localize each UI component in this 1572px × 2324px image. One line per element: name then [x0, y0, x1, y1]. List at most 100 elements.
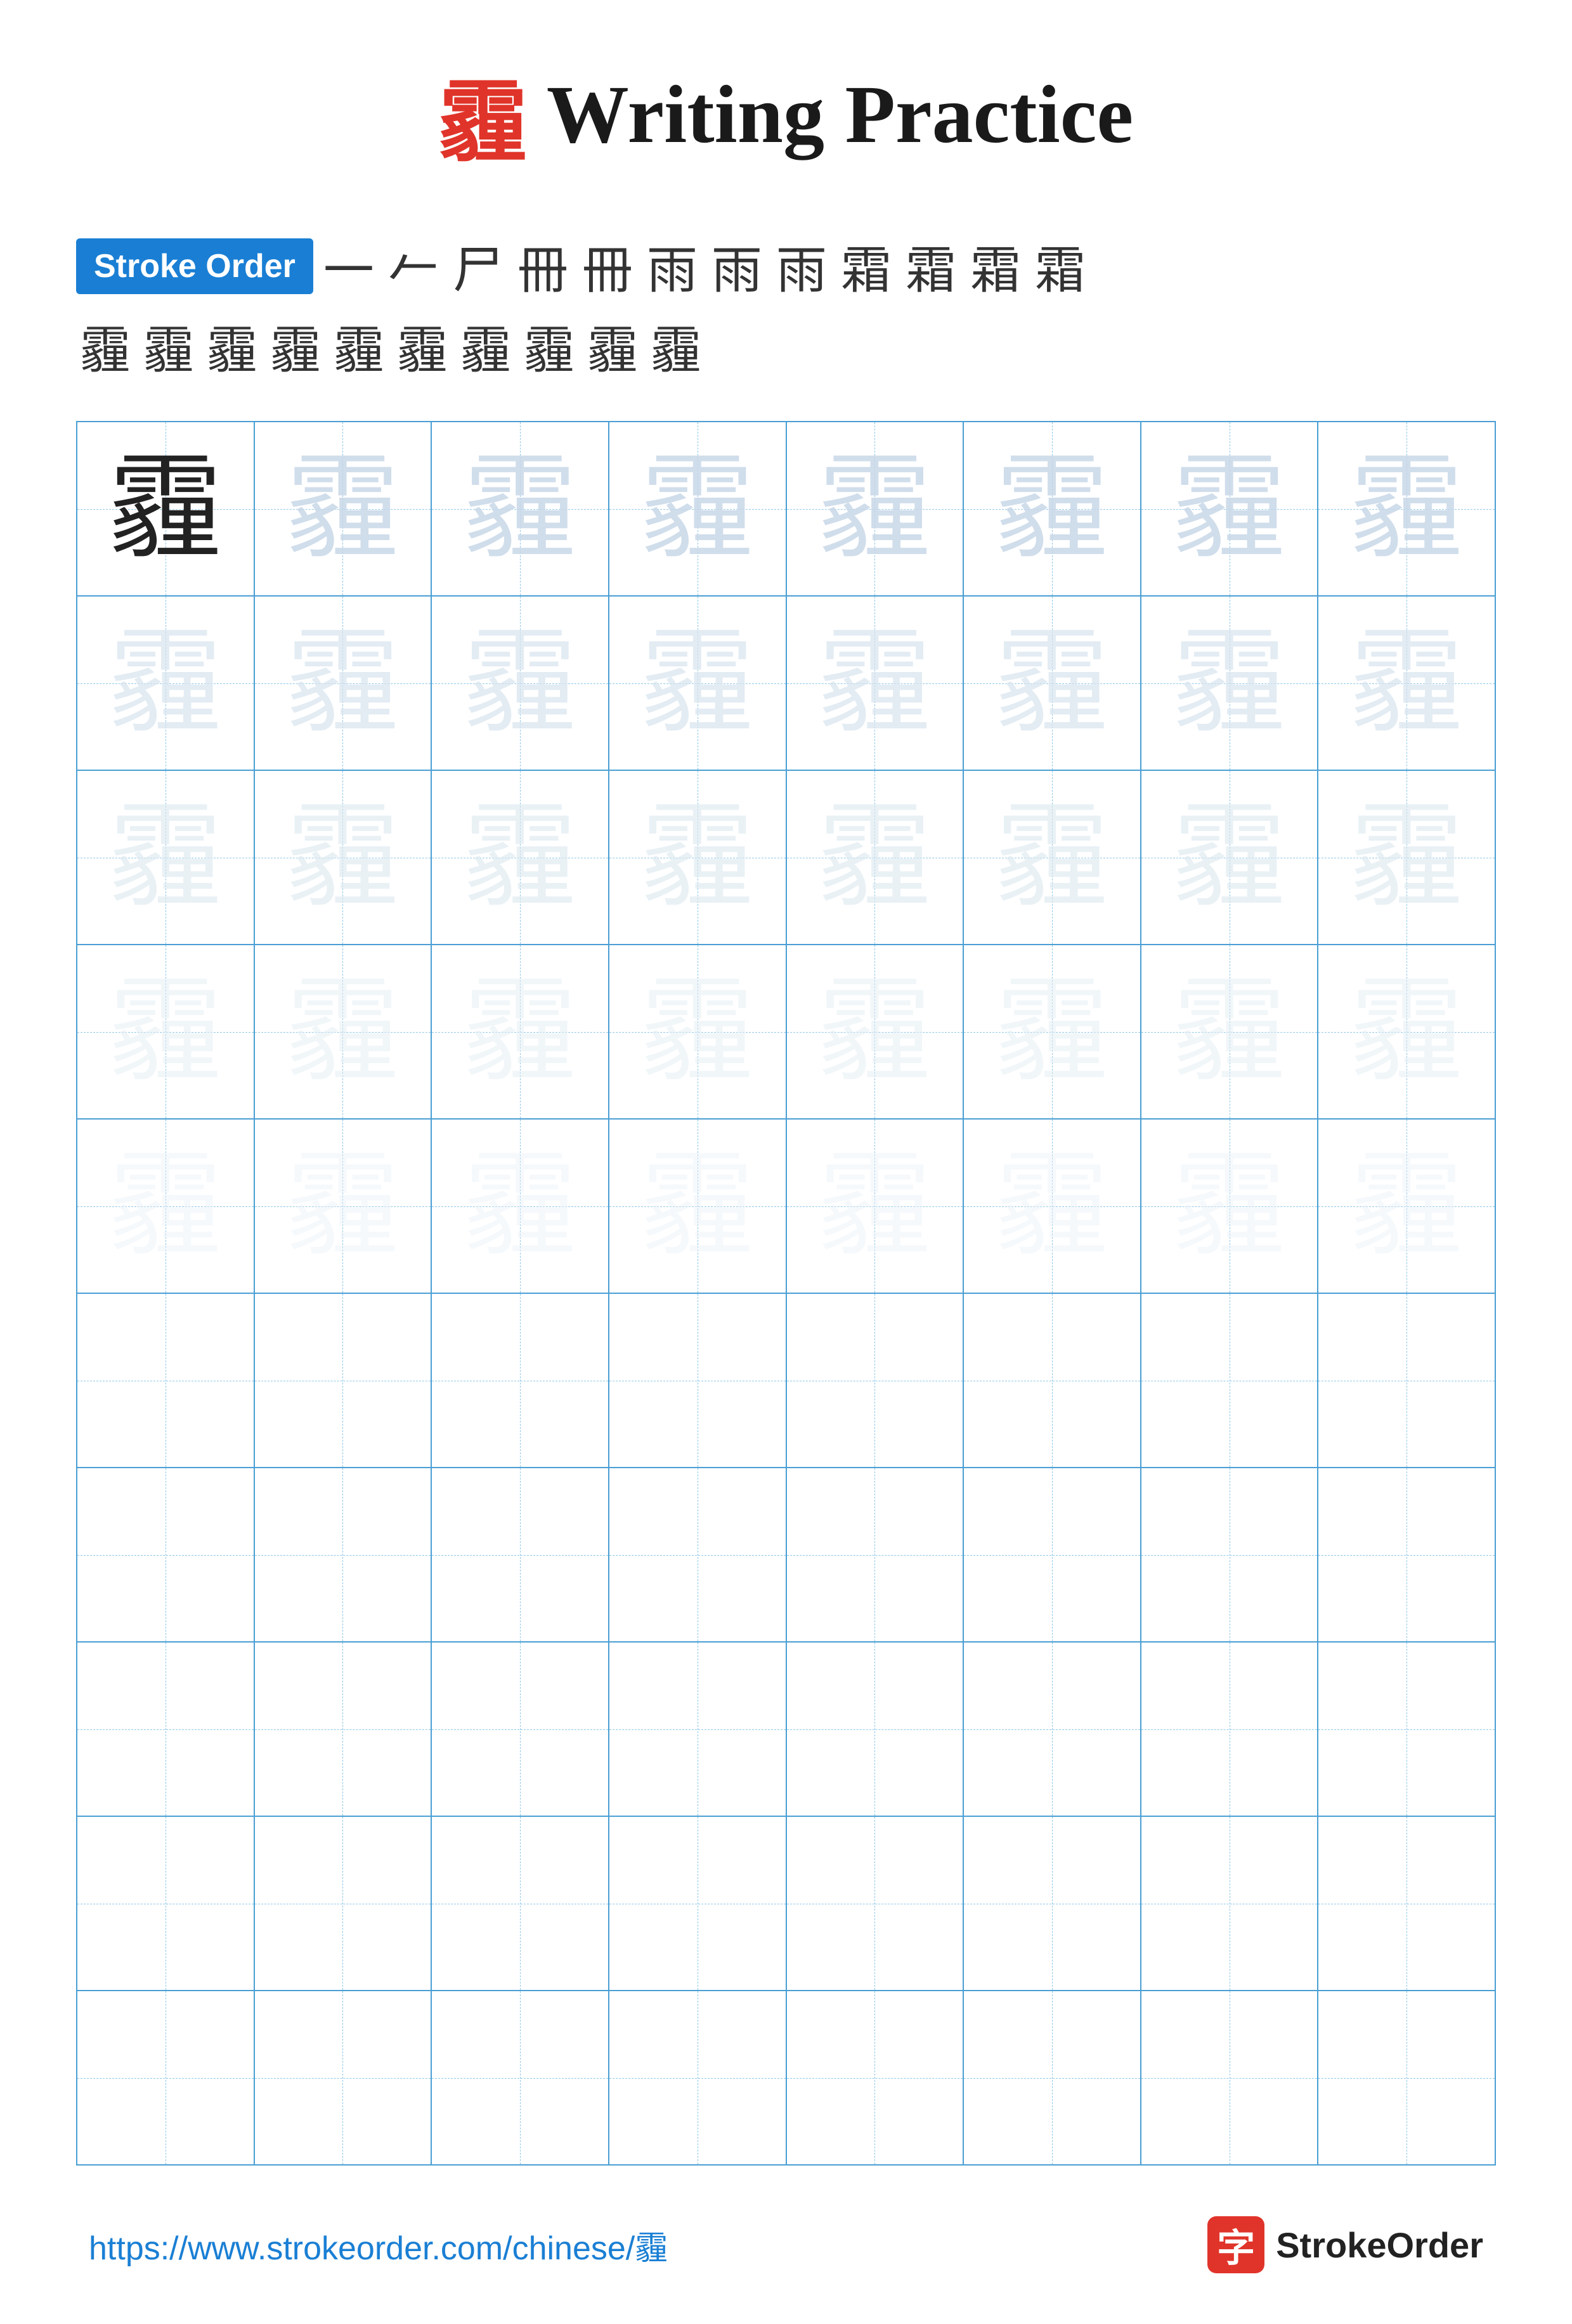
grid-cell[interactable]: 霾	[609, 770, 786, 945]
grid-cell[interactable]: 霾	[963, 1119, 1141, 1293]
grid-cell[interactable]	[254, 1468, 432, 1642]
grid-cell[interactable]	[77, 1642, 254, 1816]
practice-char: 霾	[463, 1143, 577, 1269]
stroke-order-section: Stroke Order 一 𠂉 尸 冊 冊 雨 雨 雨 霜 霜 霜 霜 霾 霾…	[76, 229, 1496, 383]
grid-cell[interactable]	[963, 1642, 1141, 1816]
grid-cell[interactable]	[786, 1642, 964, 1816]
grid-cell[interactable]	[786, 1816, 964, 1991]
grid-cell[interactable]: 霾	[786, 422, 964, 596]
grid-cell[interactable]	[1141, 1642, 1318, 1816]
grid-cell[interactable]: 霾	[77, 1119, 254, 1293]
table-row	[77, 1816, 1495, 1991]
grid-cell[interactable]	[786, 1991, 964, 2165]
table-row: 霾 霾 霾 霾 霾 霾 霾 霾	[77, 422, 1495, 596]
grid-cell[interactable]	[254, 1293, 432, 1468]
grid-cell[interactable]	[609, 1816, 786, 1991]
grid-cell[interactable]: 霾	[77, 770, 254, 945]
grid-cell[interactable]: 霾	[609, 596, 786, 770]
grid-cell[interactable]	[431, 1991, 609, 2165]
grid-cell[interactable]: 霾	[786, 596, 964, 770]
footer-url[interactable]: https://www.strokeorder.com/chinese/霾	[89, 2221, 668, 2269]
grid-cell[interactable]	[1141, 1816, 1318, 1991]
grid-cell[interactable]: 霾	[1318, 945, 1495, 1119]
grid-cell[interactable]: 霾	[254, 596, 432, 770]
grid-cell[interactable]	[77, 1293, 254, 1468]
brand-name: StrokeOrder	[1276, 2224, 1483, 2266]
grid-cell[interactable]: 霾	[786, 945, 964, 1119]
grid-cell[interactable]	[786, 1468, 964, 1642]
grid-cell[interactable]	[609, 1642, 786, 1816]
practice-char: 霾	[285, 620, 399, 746]
grid-cell[interactable]	[963, 1991, 1141, 2165]
grid-cell[interactable]: 霾	[963, 596, 1141, 770]
stroke-step-9: 霜	[841, 229, 892, 303]
grid-cell[interactable]	[431, 1468, 609, 1642]
grid-cell[interactable]	[963, 1293, 1141, 1468]
grid-cell[interactable]	[77, 1991, 254, 2165]
grid-cell[interactable]	[786, 1293, 964, 1468]
grid-cell[interactable]	[609, 1468, 786, 1642]
grid-cell[interactable]	[77, 1816, 254, 1991]
grid-cell[interactable]: 霾	[1141, 770, 1318, 945]
practice-char: 霾	[1349, 620, 1464, 746]
grid-cell[interactable]: 霾	[77, 596, 254, 770]
grid-cell[interactable]	[1318, 1991, 1495, 2165]
grid-cell[interactable]	[963, 1816, 1141, 1991]
grid-cell[interactable]: 霾	[1318, 596, 1495, 770]
grid-cell[interactable]	[431, 1293, 609, 1468]
grid-cell[interactable]	[609, 1991, 786, 2165]
grid-cell[interactable]	[1318, 1816, 1495, 1991]
grid-cell[interactable]	[431, 1642, 609, 1816]
grid-cell[interactable]: 霾	[431, 1119, 609, 1293]
grid-cell[interactable]: 霾	[963, 945, 1141, 1119]
grid-cell[interactable]: 霾	[963, 422, 1141, 596]
practice-char: 霾	[1349, 969, 1464, 1095]
grid-cell[interactable]	[1141, 1293, 1318, 1468]
grid-cell[interactable]	[254, 1642, 432, 1816]
grid-cell[interactable]: 霾	[609, 422, 786, 596]
grid-cell[interactable]: 霾	[431, 422, 609, 596]
stroke-step-7: 雨	[711, 229, 762, 303]
table-row	[77, 1293, 1495, 1468]
stroke-step-8: 雨	[776, 229, 827, 303]
grid-cell[interactable]: 霾	[254, 945, 432, 1119]
practice-char: 霾	[817, 446, 932, 572]
grid-cell[interactable]: 霾	[1141, 1119, 1318, 1293]
grid-cell[interactable]	[77, 1468, 254, 1642]
grid-cell[interactable]: 霾	[431, 770, 609, 945]
grid-cell[interactable]	[254, 1816, 432, 1991]
grid-cell[interactable]: 霾	[609, 945, 786, 1119]
table-row: 霾 霾 霾 霾 霾 霾 霾 霾	[77, 1119, 1495, 1293]
grid-cell[interactable]: 霾	[963, 770, 1141, 945]
practice-char: 霾	[817, 969, 932, 1095]
grid-cell[interactable]	[1141, 1468, 1318, 1642]
grid-cell[interactable]: 霾	[77, 422, 254, 596]
grid-cell[interactable]	[1318, 1468, 1495, 1642]
stroke-step-15: 霾	[207, 309, 257, 383]
practice-char: 霾	[640, 969, 755, 1095]
grid-cell[interactable]: 霾	[431, 596, 609, 770]
grid-cell[interactable]	[963, 1468, 1141, 1642]
grid-cell[interactable]	[254, 1991, 432, 2165]
grid-cell[interactable]: 霾	[1318, 1119, 1495, 1293]
grid-cell[interactable]: 霾	[609, 1119, 786, 1293]
grid-cell[interactable]: 霾	[431, 945, 609, 1119]
grid-cell[interactable]: 霾	[1141, 422, 1318, 596]
grid-cell[interactable]	[609, 1293, 786, 1468]
grid-cell[interactable]: 霾	[1318, 770, 1495, 945]
grid-cell[interactable]: 霾	[1318, 422, 1495, 596]
stroke-order-badge: Stroke Order	[76, 238, 313, 294]
grid-cell[interactable]	[1141, 1991, 1318, 2165]
grid-cell[interactable]: 霾	[786, 770, 964, 945]
grid-cell[interactable]	[1318, 1642, 1495, 1816]
grid-cell[interactable]: 霾	[254, 422, 432, 596]
grid-cell[interactable]: 霾	[1141, 945, 1318, 1119]
grid-cell[interactable]: 霾	[254, 770, 432, 945]
grid-cell[interactable]: 霾	[254, 1119, 432, 1293]
grid-cell[interactable]	[431, 1816, 609, 1991]
grid-cell[interactable]: 霾	[786, 1119, 964, 1293]
grid-cell[interactable]: 霾	[1141, 596, 1318, 770]
grid-cell[interactable]	[1318, 1293, 1495, 1468]
grid-cell[interactable]: 霾	[77, 945, 254, 1119]
stroke-step-1: 一	[323, 229, 374, 303]
